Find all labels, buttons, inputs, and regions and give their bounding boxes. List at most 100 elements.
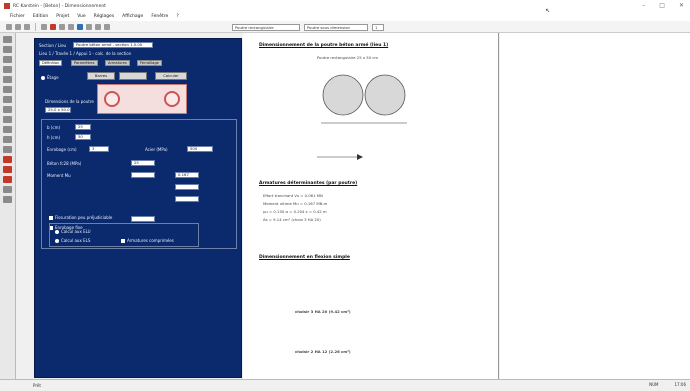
bar-circle-left: [322, 74, 364, 116]
field-b-label: b (cm): [47, 125, 61, 130]
load-tool-icon[interactable]: [3, 96, 12, 103]
field-steel-label: Acier (MPa): [145, 147, 168, 152]
section-select[interactable]: Poutre béton armé - section 1.0.00: [73, 42, 153, 48]
calc-mode-group: [49, 223, 199, 247]
view-mode-select[interactable]: Poutre sous dimension: [304, 24, 368, 31]
help-icon[interactable]: [104, 23, 110, 30]
slab-tool-icon[interactable]: [3, 56, 12, 63]
app-icon: [4, 3, 10, 9]
zoom-icon[interactable]: [77, 23, 83, 30]
menu-projet[interactable]: Projet: [56, 14, 69, 19]
status-text: Prêt: [33, 383, 41, 388]
measure-tool-icon[interactable]: [3, 116, 12, 123]
maximize-button[interactable]: □: [659, 2, 665, 9]
field-steel-input[interactable]: 500: [187, 146, 213, 152]
field-extra-input[interactable]: [175, 184, 199, 190]
marker-tool-icon[interactable]: [3, 166, 12, 173]
zoom-select[interactable]: 1: [372, 24, 384, 31]
tab-armatures[interactable]: Armatures: [105, 60, 130, 66]
status-num: NUM: [649, 382, 659, 387]
field-extra-input-2[interactable]: [175, 196, 199, 202]
field-moment-input-2[interactable]: 0.167: [175, 172, 199, 178]
title-bar: RC Karstein - [Beton] - Dimensionnement …: [0, 0, 690, 12]
menu-edition[interactable]: Edition: [33, 14, 49, 19]
report-subtitle: Poutre rectangulaire 25 x 50 cm: [317, 55, 379, 60]
menu-reglages[interactable]: Réglages: [94, 14, 115, 19]
status-bar: Prêt NUM 17:06: [0, 379, 690, 391]
tab-ferraillage[interactable]: Ferraillage: [137, 60, 162, 66]
rebar-tool-icon[interactable]: [3, 106, 12, 113]
section-button[interactable]: [119, 72, 147, 80]
menu-vue[interactable]: Vue: [77, 14, 85, 19]
window-title: RC Karstein - [Beton] - Dimensionnement: [13, 3, 106, 9]
element-type-select[interactable]: Poutre rectangulaire: [232, 24, 300, 31]
left-tool-strip: [0, 33, 16, 379]
menu-affichage[interactable]: Affichage: [122, 14, 143, 19]
wall-tool-icon[interactable]: [3, 76, 12, 83]
calculate-button[interactable]: Calculer: [155, 72, 187, 80]
field-cover-label: Enrobage (cm): [47, 147, 77, 152]
section-subtitle: Lieu 1 / Travée 1 / Appui 1 - calc. de l…: [39, 51, 132, 56]
pen-tool-icon[interactable]: [3, 156, 12, 163]
check-compressed-rebar[interactable]: Armatures comprimées: [121, 238, 174, 243]
field-h-input[interactable]: 50: [75, 134, 91, 140]
dimensions-field[interactable]: 25.0 x 50.0: [45, 107, 71, 113]
export-tool-icon[interactable]: [3, 196, 12, 203]
save-icon[interactable]: [24, 23, 30, 30]
layer-tool-icon[interactable]: [3, 136, 12, 143]
field-cover-input[interactable]: 3: [89, 146, 109, 152]
report-document: Dimensionnement de la poutre béton armé …: [243, 33, 499, 379]
report-heading-1: Dimensionnement de la poutre béton armé …: [259, 43, 389, 48]
field-moment-input[interactable]: [131, 172, 155, 178]
calculate-icon[interactable]: [50, 23, 56, 30]
column-tool-icon[interactable]: [3, 46, 12, 53]
paste-icon[interactable]: [68, 23, 74, 30]
delete-tool-icon[interactable]: [3, 176, 12, 183]
menu-bar: Fichier Edition Projet Vue Réglages Affi…: [0, 12, 690, 21]
undo-icon[interactable]: [86, 23, 92, 30]
report-line-2: Moment ultime Mu = 0.167 MN.m: [263, 201, 328, 206]
field-b-input[interactable]: 25: [75, 124, 91, 130]
report-heading-3: Dimensionnement en flexion simple: [259, 255, 350, 260]
new-file-icon[interactable]: [6, 23, 12, 30]
rebar-circle-right: [164, 91, 180, 107]
report-result-2: choisir 2 HA 12 (2.26 cm²): [295, 349, 351, 354]
section-label: Section / Lieu: [39, 43, 67, 48]
field-concrete-label: Béton fc28 (MPa): [47, 161, 82, 166]
field-moment-label: Moment Mu: [47, 173, 71, 178]
beam-tool-icon[interactable]: [3, 36, 12, 43]
copy-icon[interactable]: [59, 23, 65, 30]
settings-tool-icon[interactable]: [3, 186, 12, 193]
close-button[interactable]: ✕: [679, 2, 684, 9]
status-time: 17:06: [674, 382, 686, 387]
rebar-button[interactable]: Barres: [87, 72, 115, 80]
window-controls: – □ ✕: [642, 2, 684, 9]
report-tool-icon[interactable]: [3, 146, 12, 153]
grid-tool-icon[interactable]: [3, 126, 12, 133]
report-line-1: Effort tranchant Vu = 0.061 MN: [263, 193, 323, 198]
menu-help[interactable]: ?: [176, 14, 178, 19]
bar-circle-right: [364, 74, 406, 116]
option-fissuration[interactable]: Fissuration peu préjudiciable: [49, 215, 112, 220]
mode-radio[interactable]: Étage: [41, 75, 59, 80]
minimize-button[interactable]: –: [642, 2, 645, 9]
beam-section-sketch: [97, 84, 187, 114]
open-file-icon[interactable]: [15, 23, 21, 30]
radio-els[interactable]: Calcul aux ELS: [55, 238, 90, 243]
field-concrete-input[interactable]: 25: [131, 160, 155, 166]
report-result-1: choisir 3 HA 20 (9.42 cm²): [295, 309, 351, 314]
field-h-label: h (cm): [47, 135, 61, 140]
field-extra-input-3[interactable]: [131, 216, 155, 222]
tab-definition[interactable]: Définition: [39, 60, 63, 66]
dimensions-label: Dimensions de la poutre: [45, 99, 94, 104]
redo-icon[interactable]: [95, 23, 101, 30]
print-icon[interactable]: [41, 23, 47, 30]
menu-fenetre[interactable]: Fenêtre: [151, 14, 168, 19]
report-line-3: µu = 0.150 α = 0.204 z = 0.42 m: [263, 209, 327, 214]
footing-tool-icon[interactable]: [3, 66, 12, 73]
section-tool-icon[interactable]: [3, 86, 12, 93]
tab-parametres[interactable]: Paramètres: [71, 60, 98, 66]
menu-fichier[interactable]: Fichier: [10, 14, 25, 19]
report-page-empty: [500, 33, 690, 379]
radio-elu[interactable]: Calcul aux ELU: [55, 229, 91, 234]
